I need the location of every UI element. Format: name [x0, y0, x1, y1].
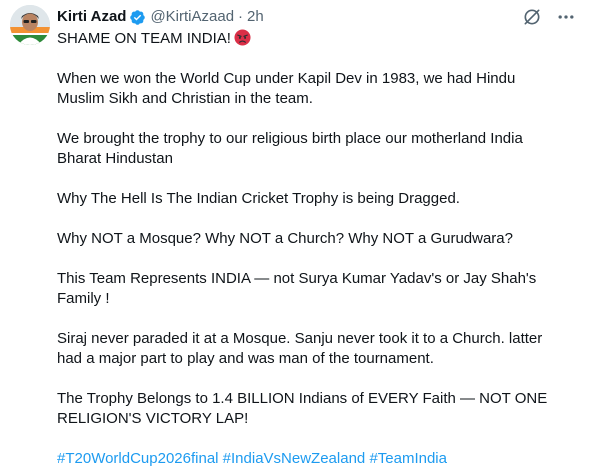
tweet-text: SHAME ON TEAM INDIA! When we won the Wor…	[57, 29, 581, 469]
separator-dot: ·	[238, 8, 244, 25]
hashtag-link[interactable]: #IndiaVsNewZealand	[223, 450, 366, 467]
timestamp[interactable]: 2h	[247, 7, 264, 27]
avatar-image	[10, 5, 50, 45]
tweet-paragraph-7: Siraj never paraded it at a Mosque. Sanj…	[57, 330, 543, 367]
more-options-icon[interactable]	[555, 6, 577, 28]
hashtag-list: #T20WorldCup2026final #IndiaVsNewZealand…	[57, 449, 581, 469]
tweet-paragraph-8: The Trophy Belongs to 1.4 BILLION Indian…	[57, 390, 548, 427]
tweet-paragraph-4: Why The Hell Is The Indian Cricket Troph…	[57, 190, 460, 207]
tweet-header: Kirti Azad @KirtiAzaad · 2h	[57, 6, 264, 28]
tweet: Kirti Azad @KirtiAzaad · 2h SHAME ON TEA…	[0, 0, 591, 469]
tweet-line-1-text: SHAME ON TEAM INDIA!	[57, 30, 231, 47]
avatar[interactable]	[10, 5, 50, 45]
tweet-line-1: SHAME ON TEAM INDIA!	[57, 29, 581, 49]
header-actions	[521, 6, 577, 28]
tweet-paragraph-2: When we won the World Cup under Kapil De…	[57, 70, 516, 107]
angry-face-emoji	[234, 29, 251, 46]
author-name[interactable]: Kirti Azad	[57, 7, 126, 27]
author-handle[interactable]: @KirtiAzaad	[150, 7, 234, 27]
hashtag-link[interactable]: #TeamIndia	[369, 450, 447, 467]
tweet-paragraph-3: We brought the trophy to our religious b…	[57, 130, 523, 167]
verified-badge-icon	[129, 9, 146, 26]
tweet-paragraph-5: Why NOT a Mosque? Why NOT a Church? Why …	[57, 230, 513, 247]
grok-icon[interactable]	[521, 6, 543, 28]
hashtag-link[interactable]: #T20WorldCup2026final	[57, 450, 219, 467]
tweet-paragraph-6: This Team Represents INDIA — not Surya K…	[57, 270, 537, 307]
